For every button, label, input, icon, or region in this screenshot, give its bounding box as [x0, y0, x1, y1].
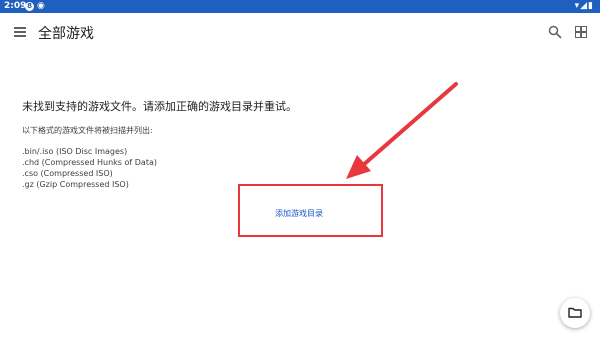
- folder-fab-button[interactable]: [560, 298, 590, 328]
- folder-icon: [568, 307, 582, 318]
- annotation-arrow: [346, 82, 458, 179]
